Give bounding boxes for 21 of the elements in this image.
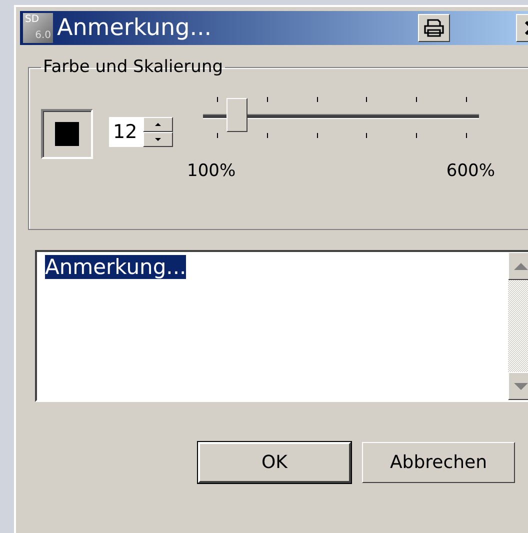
up-arrow-icon	[155, 123, 161, 126]
min-label: 100%	[187, 161, 236, 181]
spin-down-button[interactable]	[143, 132, 173, 147]
scroll-down-button[interactable]	[508, 372, 528, 400]
note-text: Anmerkung...	[45, 255, 186, 279]
spin-up-button[interactable]	[143, 117, 173, 132]
down-arrow-icon	[155, 138, 161, 141]
window-title: Anmerkung...	[57, 15, 213, 41]
cancel-button[interactable]: Abbrechen	[362, 442, 515, 483]
color-button[interactable]	[41, 109, 93, 159]
group-title: Farbe und Skalierung	[42, 57, 224, 77]
slider-thumb[interactable]	[226, 98, 248, 132]
note-field[interactable]: Anmerkung...	[35, 250, 528, 402]
scroll-up-button[interactable]	[508, 252, 528, 280]
printer-icon	[423, 19, 445, 37]
max-label: 600%	[446, 161, 495, 181]
scrollbar[interactable]	[508, 252, 528, 400]
app-logo: SD 6.0	[23, 13, 53, 43]
size-input[interactable]: 12	[109, 117, 143, 147]
ok-button[interactable]: OK	[198, 442, 351, 483]
print-button[interactable]	[418, 14, 450, 42]
